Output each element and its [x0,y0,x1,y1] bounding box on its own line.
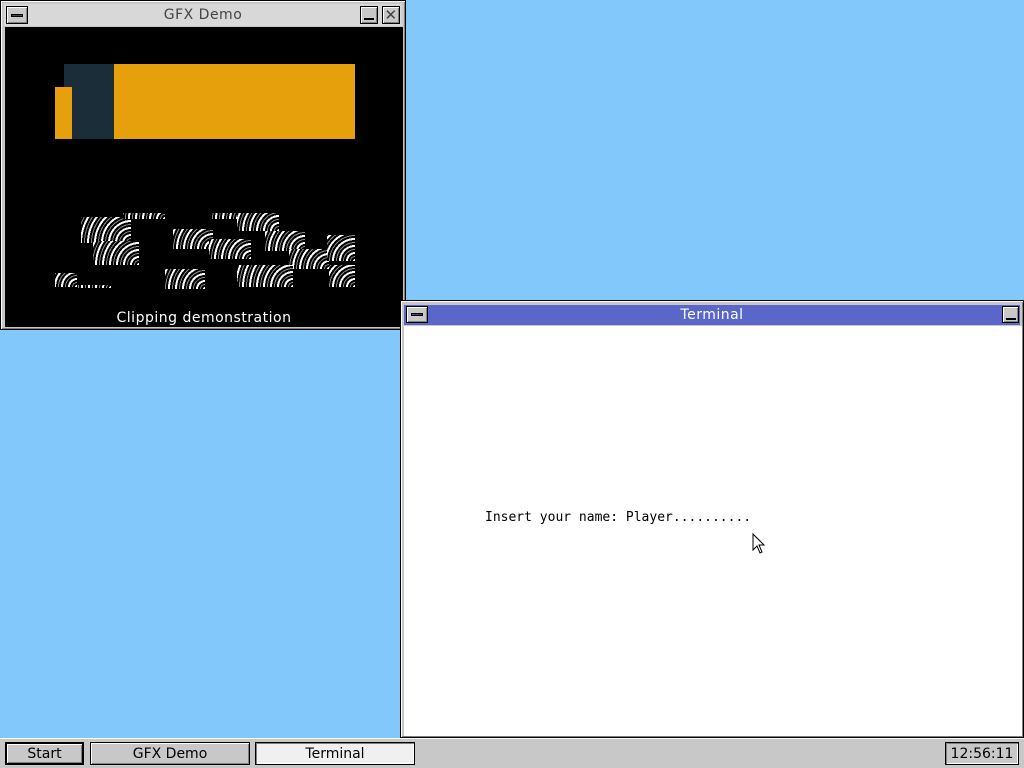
gfx-demo-title: GFX Demo [163,7,243,23]
clipped-pattern-block [81,217,131,243]
gfx-canvas: Clipping demonstration [5,27,403,327]
terminal-title: Terminal [680,307,744,323]
clipped-pattern-block [77,285,111,288]
terminal-prompt-line[interactable]: Insert your name: Player.......... [485,510,751,525]
gfx-demo-titlebar[interactable]: GFX Demo ✕ [4,4,402,26]
minimize-icon[interactable] [360,6,378,24]
start-button[interactable]: Start [5,742,84,765]
terminal-input[interactable]: Player.......... [626,510,751,525]
clipped-pattern-block [237,213,279,231]
clipped-pattern-block [165,269,205,289]
taskbar-clock: 12:56:11 [945,742,1019,765]
clipped-pattern-block [265,231,305,251]
clipped-pattern-block [173,229,213,249]
clipped-pattern-block [327,235,355,261]
taskbar-item-terminal[interactable]: Terminal [255,742,415,765]
orange-small-rectangle [55,87,72,139]
system-menu-icon[interactable] [6,6,28,24]
taskbar-item-gfx-demo[interactable]: GFX Demo [90,742,250,765]
clipped-pattern-block [329,265,355,287]
mouse-pointer-icon [752,533,766,554]
system-menu-icon[interactable] [406,306,428,323]
minimize-icon[interactable] [1002,306,1019,323]
clipped-pattern-block [55,273,77,287]
clipped-pattern-block [93,241,139,265]
taskbar: Start GFX Demo Terminal 12:56:11 [0,738,1024,768]
close-icon[interactable]: ✕ [382,6,400,24]
terminal-window[interactable]: Terminal Insert your name: Player.......… [400,300,1024,738]
clipped-pattern-block [123,213,165,219]
clipped-pattern-block [289,249,329,269]
gfx-caption: Clipping demonstration [116,310,292,326]
clipped-pattern-block [237,265,293,287]
clipped-pattern-block [209,239,251,259]
terminal-body[interactable]: Insert your name: Player.......... [404,326,1022,736]
gfx-demo-window[interactable]: GFX Demo ✕ Clipping demonstration [0,0,406,330]
orange-rectangle [114,64,355,139]
terminal-prompt: Insert your name: [485,510,626,525]
terminal-titlebar[interactable]: Terminal [404,305,1020,325]
